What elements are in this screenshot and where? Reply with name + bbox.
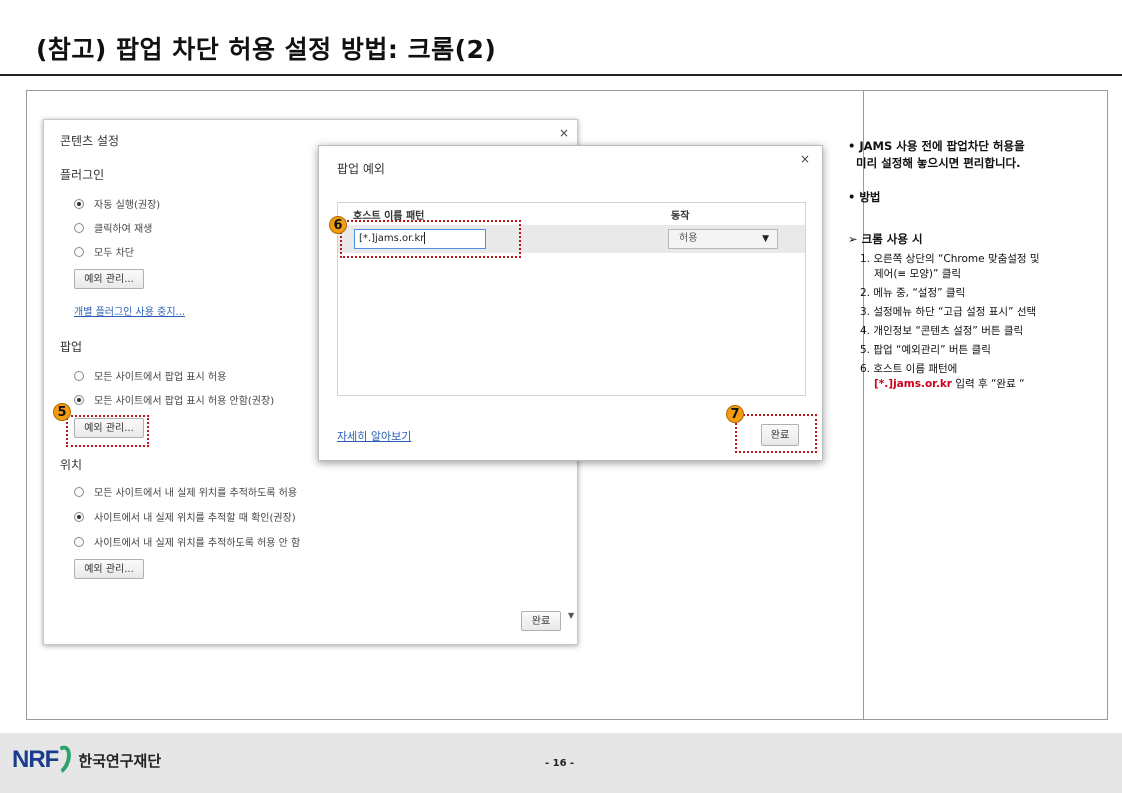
learn-more-link[interactable]: 자세히 알아보기 xyxy=(337,428,411,444)
dialog-title: 콘텐츠 설정 xyxy=(60,134,120,148)
steps-list: 1. 오른쪽 상단의 “Chrome 맞춤설정 및 제어(≡ 모양)” 클릭 2… xyxy=(848,252,1103,392)
step-item: [*.]jams.or.kr 입력 후 “완료 “ xyxy=(848,377,1103,392)
disable-plugins-link[interactable]: 개별 플러그인 사용 중지... xyxy=(74,303,185,318)
option-label: 모든 사이트에서 팝업 표시 허용 안함(권장) xyxy=(94,396,275,407)
step7-badge: 7 xyxy=(726,405,744,423)
chrome-heading: ➢ 크롬 사용 시 xyxy=(848,232,923,246)
radio-icon[interactable] xyxy=(74,222,84,233)
step-item-rest: 입력 후 “완료 “ xyxy=(952,378,1025,390)
close-icon[interactable]: × xyxy=(559,126,569,140)
step-item: 3. 설정메뉴 하단 “고급 설정 표시” 선택 xyxy=(860,306,1037,318)
location-option-block[interactable]: 사이트에서 내 실제 위치를 추적하도록 허용 안 함 xyxy=(74,534,300,549)
radio-icon[interactable] xyxy=(74,511,84,522)
plugin-option-auto[interactable]: 자동 실행(권장) xyxy=(74,196,160,211)
nrf-logo: NRF 한국연구재단 xyxy=(12,742,162,778)
popups-heading: 팝업 xyxy=(60,340,83,354)
method-heading: • 방법 xyxy=(848,190,881,204)
org-name: 한국연구재단 xyxy=(78,751,162,770)
step-item: 2. 메뉴 중, “설정” 클릭 xyxy=(860,287,966,299)
plugin-option-click[interactable]: 클릭하여 재생 xyxy=(74,220,152,235)
step5-highlight xyxy=(66,415,149,447)
page-number: - 16 - xyxy=(545,758,575,769)
radio-icon[interactable] xyxy=(74,536,84,547)
step-item: 6. 호스트 이름 패턴에 xyxy=(860,363,958,375)
plugin-option-block[interactable]: 모두 차단 xyxy=(74,244,134,259)
plugins-heading: 플러그인 xyxy=(60,168,105,182)
action-header: 동작 xyxy=(671,211,690,222)
instructions-panel: • JAMS 사용 전에 팝업차단 허용을 미리 설정해 놓으시면 편리합니다.… xyxy=(848,138,1103,392)
scroll-down-arrow-icon[interactable]: ▼ xyxy=(568,611,574,620)
footer: NRF 한국연구재단 - 16 - xyxy=(0,733,1122,793)
host-pattern-highlight: [*.]jams.or.kr xyxy=(874,378,952,390)
step5-badge: 5 xyxy=(53,403,71,421)
location-heading: 위치 xyxy=(60,458,83,472)
radio-icon[interactable] xyxy=(74,198,84,209)
option-label: 모두 차단 xyxy=(94,248,134,259)
radio-icon[interactable] xyxy=(74,394,84,405)
radio-icon[interactable] xyxy=(74,370,84,381)
step-item: 5. 팝업 “예외관리” 버튼 클릭 xyxy=(860,344,991,356)
action-value: 허용 xyxy=(679,233,698,244)
option-label: 클릭하여 재생 xyxy=(94,224,153,235)
popup-option-allow[interactable]: 모든 사이트에서 팝업 표시 허용 xyxy=(74,368,226,383)
option-label: 모든 사이트에서 내 실제 위치를 추적하도록 허용 xyxy=(94,488,298,499)
location-option-ask[interactable]: 사이트에서 내 실제 위치를 추적할 때 확인(권장) xyxy=(74,509,296,524)
dropdown-arrow-icon: ▼ xyxy=(762,234,769,244)
slide-title: (참고) 팝업 차단 허용 설정 방법: 크롬(2) xyxy=(36,35,497,64)
step7-highlight xyxy=(735,414,817,453)
action-select[interactable]: 허용 ▼ xyxy=(668,229,778,249)
radio-icon[interactable] xyxy=(74,246,84,257)
intro-line-2: 미리 설정해 놓으시면 편리합니다. xyxy=(856,156,1021,170)
settings-done-button[interactable]: 완료 xyxy=(521,611,561,631)
step-item: 1. 오른쪽 상단의 “Chrome 맞춤설정 및 xyxy=(860,253,1040,265)
step6-badge: 6 xyxy=(329,216,347,234)
step-item: 4. 개인정보 “콘텐츠 설정” 버튼 클릭 xyxy=(860,325,1024,337)
step6-highlight xyxy=(340,220,521,258)
close-icon[interactable]: × xyxy=(800,152,810,166)
option-label: 사이트에서 내 실제 위치를 추적하도록 허용 안 함 xyxy=(94,538,301,549)
step-item: 제어(≡ 모양)” 클릭 xyxy=(874,268,962,280)
option-label: 자동 실행(권장) xyxy=(94,200,161,211)
intro-line-1: • JAMS 사용 전에 팝업차단 허용을 xyxy=(848,139,1025,153)
location-option-allow[interactable]: 모든 사이트에서 내 실제 위치를 추적하도록 허용 xyxy=(74,484,297,499)
title-divider xyxy=(0,74,1122,76)
option-label: 사이트에서 내 실제 위치를 추적할 때 확인(권장) xyxy=(94,513,296,524)
plugin-manage-exceptions-button[interactable]: 예외 관리... xyxy=(74,269,144,289)
option-label: 모든 사이트에서 팝업 표시 허용 xyxy=(94,372,227,383)
radio-icon[interactable] xyxy=(74,486,84,497)
dialog-title: 팝업 예외 xyxy=(337,162,385,176)
location-manage-exceptions-button[interactable]: 예외 관리... xyxy=(74,559,144,579)
popup-option-block[interactable]: 모든 사이트에서 팝업 표시 허용 안함(권장) xyxy=(74,392,274,407)
